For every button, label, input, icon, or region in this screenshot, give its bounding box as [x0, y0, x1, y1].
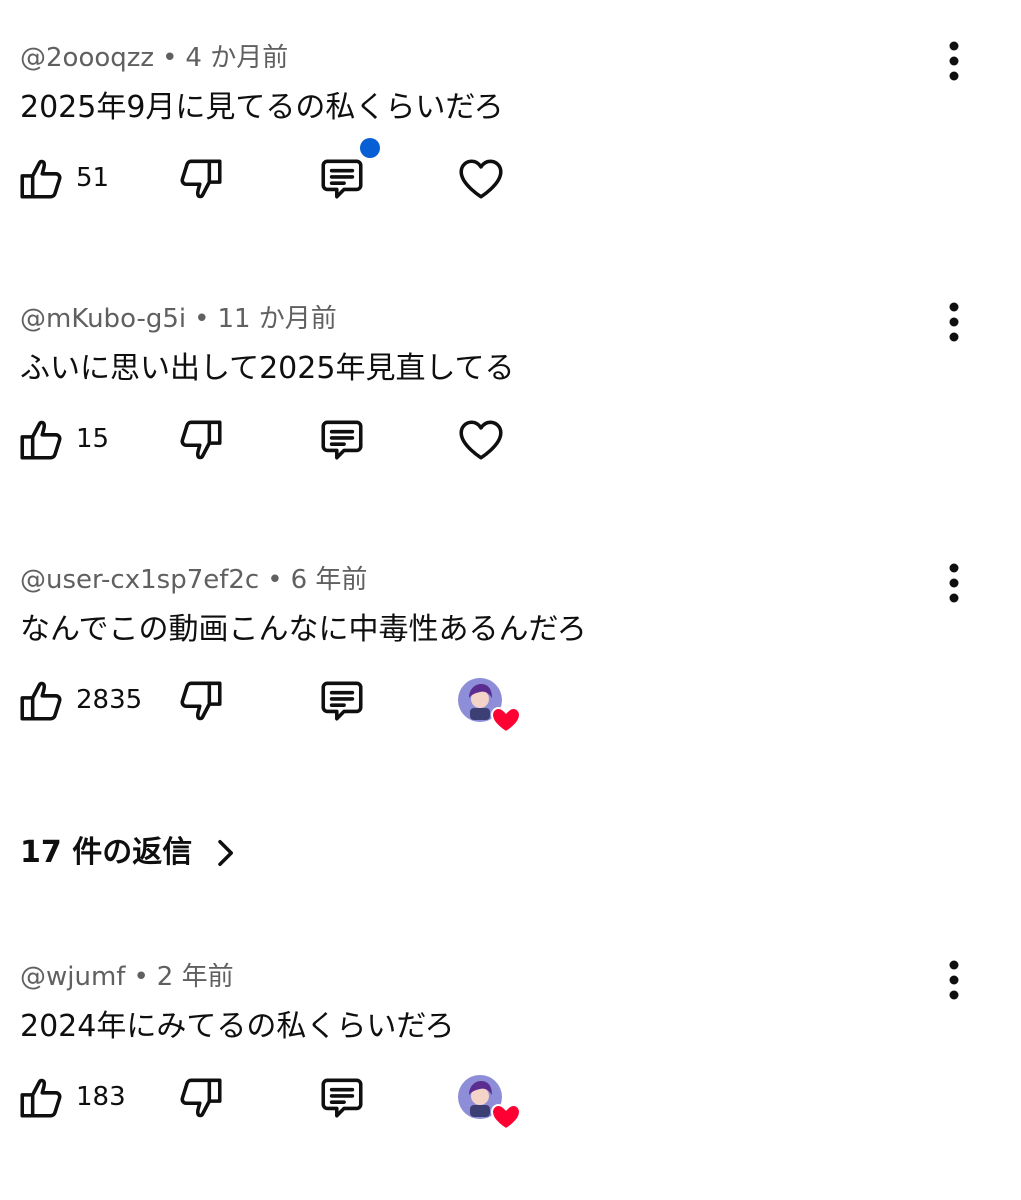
like-count: 183: [76, 1082, 126, 1112]
comment-actions: 2835: [0, 674, 1021, 734]
thumbs-down-icon: [176, 154, 226, 204]
comment-meta: @user-cx1sp7ef2c • 6 年前: [20, 564, 367, 596]
creator-avatar-heart-icon: [458, 1075, 522, 1131]
creator-avatar-heart-icon: [458, 678, 522, 734]
meta-separator: •: [162, 43, 178, 73]
more-options-button[interactable]: [938, 955, 970, 1005]
like-count: 2835: [76, 685, 143, 715]
like-button[interactable]: [16, 415, 66, 465]
notification-dot: [360, 138, 380, 158]
comment-author[interactable]: @mKubo-g5i: [20, 304, 186, 334]
reply-button[interactable]: [316, 415, 368, 465]
meta-separator: •: [267, 565, 283, 595]
comment-actions: 51: [0, 138, 1021, 212]
thumbs-down-icon: [176, 415, 226, 465]
like-count: 51: [76, 163, 110, 193]
comment-text: 2025年9月に見てるの私くらいだろ: [20, 90, 504, 125]
comment-icon: [316, 415, 368, 465]
comment-author[interactable]: @wjumf: [20, 962, 125, 992]
comment-icon: [316, 154, 368, 204]
comment-text: ふいに思い出して2025年見直してる: [20, 351, 515, 386]
comment-author[interactable]: @user-cx1sp7ef2c: [20, 565, 259, 595]
heart-icon: [455, 415, 507, 465]
creator-heart-badge[interactable]: [458, 678, 522, 734]
dislike-button[interactable]: [176, 1073, 226, 1123]
dislike-button[interactable]: [176, 415, 226, 465]
more-options-button[interactable]: [938, 36, 970, 86]
thumbs-up-icon: [16, 1073, 66, 1123]
chevron-right-icon: [210, 838, 240, 868]
replies-label: 17 件の返信: [20, 835, 193, 870]
thumbs-up-icon: [16, 415, 66, 465]
comment-meta: @mKubo-g5i • 11 か月前: [20, 303, 337, 335]
thumbs-down-icon: [176, 676, 226, 726]
like-button[interactable]: [16, 676, 66, 726]
comment-text: 2024年にみてるの私くらいだろ: [20, 1009, 455, 1044]
comment-icon: [316, 1073, 368, 1123]
heart-button[interactable]: [455, 154, 507, 204]
like-count: 15: [76, 424, 110, 454]
heart-icon: [455, 154, 507, 204]
meta-separator: •: [194, 304, 210, 334]
comment-actions: 15: [0, 413, 1021, 473]
comment-meta: @wjumf • 2 年前: [20, 961, 234, 993]
view-replies-button[interactable]: 17 件の返信: [20, 830, 192, 880]
meta-separator: •: [133, 962, 149, 992]
more-vert-icon: [938, 558, 970, 608]
reply-button[interactable]: [316, 1073, 368, 1123]
comment-time[interactable]: 2 年前: [157, 962, 234, 992]
like-button[interactable]: [16, 1073, 66, 1123]
dislike-button[interactable]: [176, 676, 226, 726]
comment-time[interactable]: 6 年前: [291, 565, 368, 595]
more-vert-icon: [938, 955, 970, 1005]
more-vert-icon: [938, 36, 970, 86]
comment-icon: [316, 676, 368, 726]
heart-button[interactable]: [455, 415, 507, 465]
reply-button[interactable]: [316, 154, 368, 204]
comment-author[interactable]: @2oooqzz: [20, 43, 154, 73]
creator-heart-badge[interactable]: [458, 1075, 522, 1131]
more-options-button[interactable]: [938, 297, 970, 347]
comment-meta: @2oooqzz • 4 か月前: [20, 42, 288, 74]
comment-actions: 183: [0, 1071, 1021, 1131]
more-options-button[interactable]: [938, 558, 970, 608]
comment-text: なんでこの動画こんなに中毒性あるんだろ: [20, 612, 587, 647]
thumbs-up-icon: [16, 154, 66, 204]
comment-time[interactable]: 11 か月前: [217, 304, 336, 334]
reply-button[interactable]: [316, 676, 368, 726]
comment-time[interactable]: 4 か月前: [185, 43, 288, 73]
like-button[interactable]: [16, 154, 66, 204]
thumbs-down-icon: [176, 1073, 226, 1123]
more-vert-icon: [938, 297, 970, 347]
dislike-button[interactable]: [176, 154, 226, 204]
thumbs-up-icon: [16, 676, 66, 726]
